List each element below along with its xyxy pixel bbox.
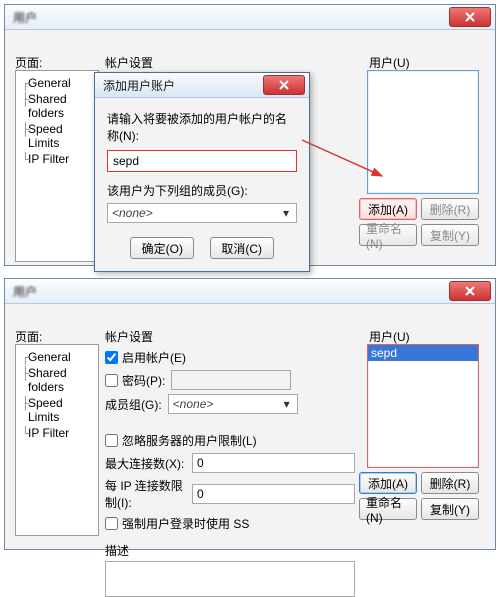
account-settings-panel: 帐户设置 启用帐户(E) 密码(P): 成员组(G): <none> ▾: [105, 328, 355, 597]
rename-button[interactable]: 重命名(N): [359, 498, 417, 520]
input-value: 0: [197, 456, 204, 470]
users-label: 用户(U): [369, 54, 479, 71]
remove-button[interactable]: 删除(R): [421, 198, 479, 220]
page-tree[interactable]: ┌General ├Shared folders ├Speed Limits └…: [15, 70, 99, 262]
page-tree[interactable]: ┌General ├Shared folders ├Speed Limits └…: [15, 344, 99, 536]
add-user-dialog: 添加用户账户 请输入将要被添加的用户帐户的名称(N): sepd 该用户为下列组…: [94, 72, 310, 272]
users-window-bottom: 用户 页面: ┌General ├Shared folders ├Speed L…: [4, 278, 496, 550]
member-combobox[interactable]: <none> ▾: [168, 394, 298, 414]
add-button[interactable]: 添加(A): [359, 198, 417, 220]
button-label: 添加(A): [368, 201, 408, 218]
button-label: 重命名(N): [366, 494, 410, 525]
button-label: 删除(R): [430, 475, 471, 492]
titlebar: 用户: [5, 279, 495, 304]
desc-textarea[interactable]: [105, 561, 355, 597]
password-field[interactable]: [171, 370, 291, 390]
combo-value: <none>: [112, 206, 153, 220]
enable-account-label: 启用帐户(E): [122, 349, 186, 366]
enable-account-checkbox[interactable]: [105, 351, 118, 364]
button-label: 复制(Y): [430, 227, 470, 244]
maxconn-input[interactable]: 0: [192, 453, 355, 473]
add-button[interactable]: 添加(A): [359, 472, 417, 494]
force-ssl-checkbox[interactable]: [105, 517, 118, 530]
tree-label: Shared folders: [28, 92, 67, 120]
sidebar-label: 页面:: [15, 54, 42, 71]
dialog-title: 添加用户账户: [99, 77, 263, 94]
chevron-down-icon: ▾: [278, 206, 294, 220]
button-label: 添加(A): [368, 475, 408, 492]
window-title: 用户: [9, 9, 449, 26]
password-label: 密码(P):: [122, 372, 165, 389]
member-label: 成员组(G):: [105, 396, 162, 413]
password-checkbox[interactable]: [105, 374, 118, 387]
users-label: 用户(U): [369, 328, 479, 345]
tree-item-ipfilter[interactable]: └IP Filter: [18, 151, 96, 167]
group-label: 该用户为下列组的成员(G):: [107, 182, 297, 199]
input-value: sepd: [113, 154, 139, 168]
titlebar: 用户: [5, 5, 495, 30]
button-label: 重命名(N): [366, 220, 410, 251]
tree-label: Speed Limits: [28, 396, 63, 424]
ignore-limit-label: 忽略服务器的用户限制(L): [122, 432, 257, 449]
button-label: 取消(C): [221, 240, 262, 257]
username-input[interactable]: sepd: [107, 150, 297, 172]
button-label: 删除(R): [430, 201, 471, 218]
perip-label: 每 IP 连接数限制(I):: [105, 477, 186, 511]
tree-item-ipfilter[interactable]: └IP Filter: [18, 425, 96, 441]
button-label: 确定(O): [142, 240, 183, 257]
tree-label: Speed Limits: [28, 122, 63, 150]
ok-button[interactable]: 确定(O): [130, 237, 194, 259]
dialog-titlebar: 添加用户账户: [95, 73, 309, 98]
desc-label: 描述: [105, 542, 355, 559]
tree-item-shared[interactable]: ├Shared folders: [18, 91, 96, 121]
user-list-item-selected[interactable]: sepd: [368, 345, 478, 361]
copy-button[interactable]: 复制(Y): [421, 224, 479, 246]
button-label: 复制(Y): [430, 501, 470, 518]
tree-item-speed[interactable]: ├Speed Limits: [18, 395, 96, 425]
rename-button[interactable]: 重命名(N): [359, 224, 417, 246]
group-combobox[interactable]: <none> ▾: [107, 203, 297, 223]
perip-input[interactable]: 0: [192, 484, 355, 504]
users-listbox[interactable]: sepd: [367, 344, 479, 468]
cancel-button[interactable]: 取消(C): [210, 237, 274, 259]
tree-item-general[interactable]: ┌General: [18, 75, 96, 91]
maxconn-label: 最大连接数(X):: [105, 455, 186, 472]
input-value: 0: [197, 487, 204, 501]
close-icon[interactable]: [449, 281, 491, 301]
list-item-label: sepd: [371, 346, 397, 360]
window-title: 用户: [9, 283, 449, 300]
combo-value: <none>: [173, 397, 214, 411]
close-icon[interactable]: [449, 7, 491, 27]
remove-button[interactable]: 删除(R): [421, 472, 479, 494]
copy-button[interactable]: 复制(Y): [421, 498, 479, 520]
sidebar-label: 页面:: [15, 328, 42, 345]
chevron-down-icon: ▾: [279, 397, 295, 411]
tree-label: IP Filter: [28, 152, 69, 166]
close-icon[interactable]: [263, 75, 305, 95]
tree-item-general[interactable]: ┌General: [18, 349, 96, 365]
tree-label: IP Filter: [28, 426, 69, 440]
force-ssl-label: 强制用户登录时使用 SS: [122, 515, 249, 532]
users-listbox[interactable]: [367, 70, 479, 194]
ignore-limit-checkbox[interactable]: [105, 434, 118, 447]
tree-item-shared[interactable]: ├Shared folders: [18, 365, 96, 395]
tree-label: Shared folders: [28, 366, 67, 394]
settings-header: 帐户设置: [105, 328, 355, 345]
tree-label: General: [28, 350, 71, 364]
tree-label: General: [28, 76, 71, 90]
tree-item-speed[interactable]: ├Speed Limits: [18, 121, 96, 151]
dialog-prompt: 请输入将要被添加的用户帐户的名称(N):: [107, 110, 297, 144]
